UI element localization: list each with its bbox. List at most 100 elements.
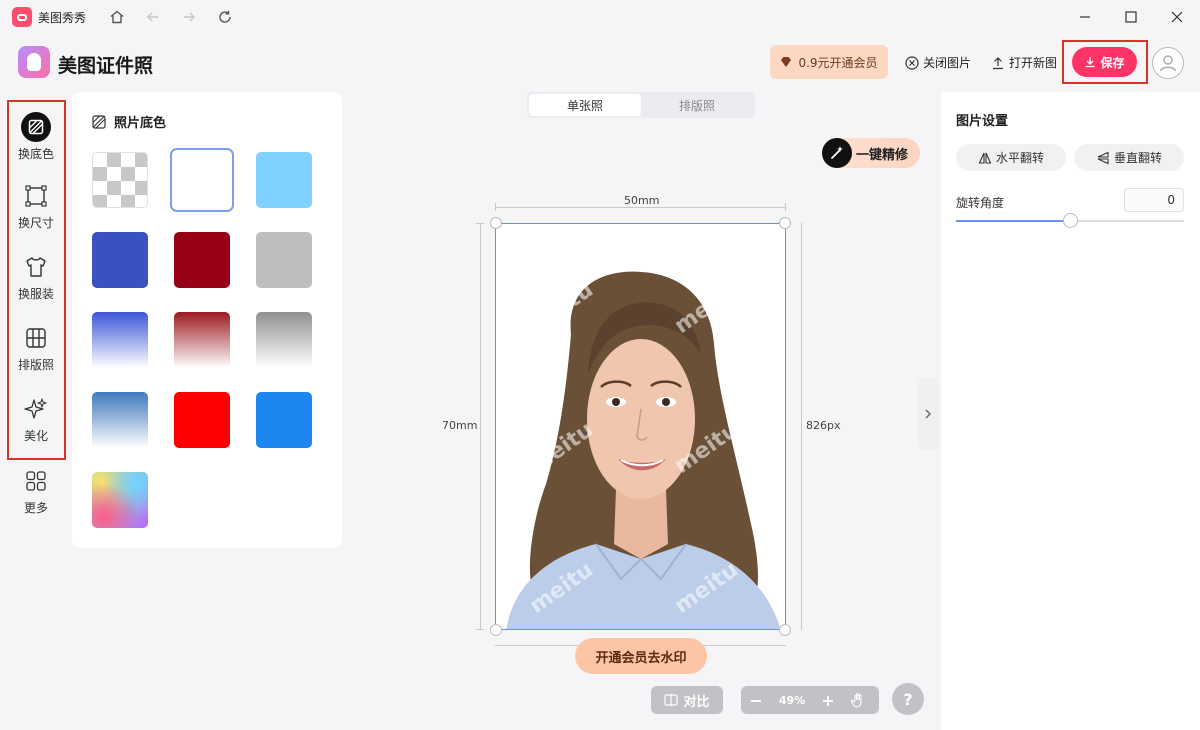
swatch-bright-blue[interactable] <box>256 392 312 448</box>
swatch-red[interactable] <box>174 392 230 448</box>
close-image-button[interactable]: 关闭图片 <box>905 54 971 71</box>
app-name: 美图秀秀 <box>38 10 87 25</box>
more-apps-icon <box>21 466 51 496</box>
retouch-label: 一键精修 <box>856 147 909 163</box>
tab-single-photo[interactable]: 单张照 <box>529 94 641 116</box>
tool-resize[interactable]: 换尺寸 <box>0 181 72 231</box>
rotation-input[interactable]: 0 <box>1124 188 1184 212</box>
compare-button[interactable]: 对比 <box>651 686 723 714</box>
flip-vertical-button[interactable]: 垂直翻转 <box>1074 144 1184 171</box>
background-color-icon <box>92 114 106 129</box>
height-label: 70mm <box>442 419 478 432</box>
flip-vertical-label: 垂直翻转 <box>1113 151 1162 165</box>
resize-icon <box>21 181 51 211</box>
product-name: 美图证件照 <box>58 55 154 77</box>
sparkle-icon <box>21 394 51 424</box>
open-new-image-button[interactable]: 打开新图 <box>991 54 1057 71</box>
background-color-icon <box>21 112 51 142</box>
layout-grid-icon <box>21 323 51 353</box>
zoom-value: 49% <box>778 693 806 707</box>
refresh-icon[interactable] <box>216 8 234 26</box>
vip-button[interactable]: 0.9元开通会员 <box>770 45 888 79</box>
pixel-height-label: 826px <box>806 419 841 432</box>
zoom-control: − 49% + <box>741 686 879 714</box>
rail-label-background-color: 换底色 <box>17 147 54 161</box>
resize-handle-bottom-left[interactable] <box>490 624 502 636</box>
swatch-blue[interactable] <box>92 232 148 288</box>
panel-title: 照片底色 <box>92 112 166 131</box>
home-icon[interactable] <box>108 8 126 26</box>
tool-beautify[interactable]: 美化 <box>0 394 72 444</box>
panel-collapse-toggle[interactable] <box>917 378 939 450</box>
flip-vertical-icon <box>1097 151 1109 164</box>
swatch-gray-gradient[interactable] <box>256 312 312 368</box>
height-measure-tick-top <box>476 223 484 224</box>
help-button[interactable]: ? <box>892 683 924 715</box>
save-button[interactable]: 保存 <box>1072 47 1137 77</box>
resize-handle-top-right[interactable] <box>779 217 791 229</box>
user-icon <box>1159 55 1177 72</box>
maximize-button[interactable] <box>1108 0 1154 34</box>
left-iris <box>612 398 620 406</box>
compare-label: 对比 <box>683 694 710 710</box>
zoom-out-button[interactable]: − <box>741 686 771 714</box>
swatch-dark-red[interactable] <box>174 232 230 288</box>
photo-mode-tabs: 单张照 排版照 <box>527 92 755 118</box>
save-button-label: 保存 <box>1100 55 1125 70</box>
zoom-in-button[interactable]: + <box>813 686 843 714</box>
flip-horizontal-button[interactable]: 水平翻转 <box>956 144 1066 171</box>
resize-handle-top-left[interactable] <box>490 217 502 229</box>
swatch-blue-gradient[interactable] <box>92 312 148 368</box>
rail-label-more: 更多 <box>23 501 48 515</box>
meitu-app-logo <box>12 7 32 27</box>
rail-label-layout: 排版照 <box>17 358 54 372</box>
swatch-white[interactable] <box>170 148 234 212</box>
swatch-rainbow-gradient[interactable] <box>92 472 148 528</box>
width-measure-line <box>495 207 786 208</box>
swatch-red-gradient[interactable] <box>174 312 230 368</box>
close-circle-icon <box>905 55 919 70</box>
user-avatar[interactable] <box>1152 47 1184 79</box>
face-shape <box>587 339 695 499</box>
width-measure-tick-right <box>785 203 786 211</box>
rail-label-beautify: 美化 <box>23 429 48 443</box>
upload-icon <box>993 56 1003 69</box>
window-controls <box>1062 0 1200 34</box>
hand-pan-icon[interactable] <box>843 686 873 714</box>
rail-label-clothing: 换服装 <box>17 287 54 301</box>
title-bar: 美图秀秀 <box>0 0 1200 34</box>
tool-more[interactable]: 更多 <box>0 466 72 516</box>
swatch-transparent[interactable] <box>92 152 148 208</box>
pixel-measure-line <box>801 223 802 630</box>
rotation-slider-knob[interactable] <box>1062 213 1078 228</box>
compare-icon <box>664 694 679 706</box>
tool-background-color[interactable]: 换底色 <box>0 112 72 162</box>
tab-layout-photo[interactable]: 排版照 <box>641 94 753 116</box>
swatch-light-blue[interactable] <box>256 152 312 208</box>
background-color-panel: 照片底色 <box>72 92 342 548</box>
swatch-steel-blue-gradient[interactable] <box>92 392 148 448</box>
vip-button-label: 0.9元开通会员 <box>798 55 878 70</box>
tool-clothing[interactable]: 换服装 <box>0 252 72 302</box>
forward-arrow-icon[interactable] <box>180 8 198 26</box>
tool-layout[interactable]: 排版照 <box>0 323 72 373</box>
resize-handle-bottom-right[interactable] <box>779 624 791 636</box>
id-photo-canvas[interactable]: meitu meitu meitu meitu meitu meitu <box>495 223 786 630</box>
right-iris <box>662 398 670 406</box>
close-window-button[interactable] <box>1154 0 1200 34</box>
back-arrow-icon[interactable] <box>144 8 162 26</box>
swatch-gray[interactable] <box>256 232 312 288</box>
remove-watermark-button[interactable]: 开通会员去水印 <box>575 638 707 674</box>
minimize-button[interactable] <box>1062 0 1108 34</box>
rail-label-resize: 换尺寸 <box>17 216 54 230</box>
image-settings-panel: 图片设置 水平翻转 垂直翻转 旋转角度 0 <box>941 92 1200 730</box>
portrait-image: meitu meitu meitu meitu meitu meitu <box>506 271 781 629</box>
one-click-retouch-button[interactable]: 一键精修 <box>822 138 920 168</box>
close-image-label: 关闭图片 <box>923 56 972 70</box>
flip-horizontal-label: 水平翻转 <box>995 151 1044 165</box>
diamond-icon <box>781 57 792 67</box>
rotation-label: 旋转角度 <box>956 196 1005 210</box>
settings-title: 图片设置 <box>956 114 1009 129</box>
width-label: 50mm <box>624 194 660 207</box>
magic-wand-icon <box>822 138 852 168</box>
